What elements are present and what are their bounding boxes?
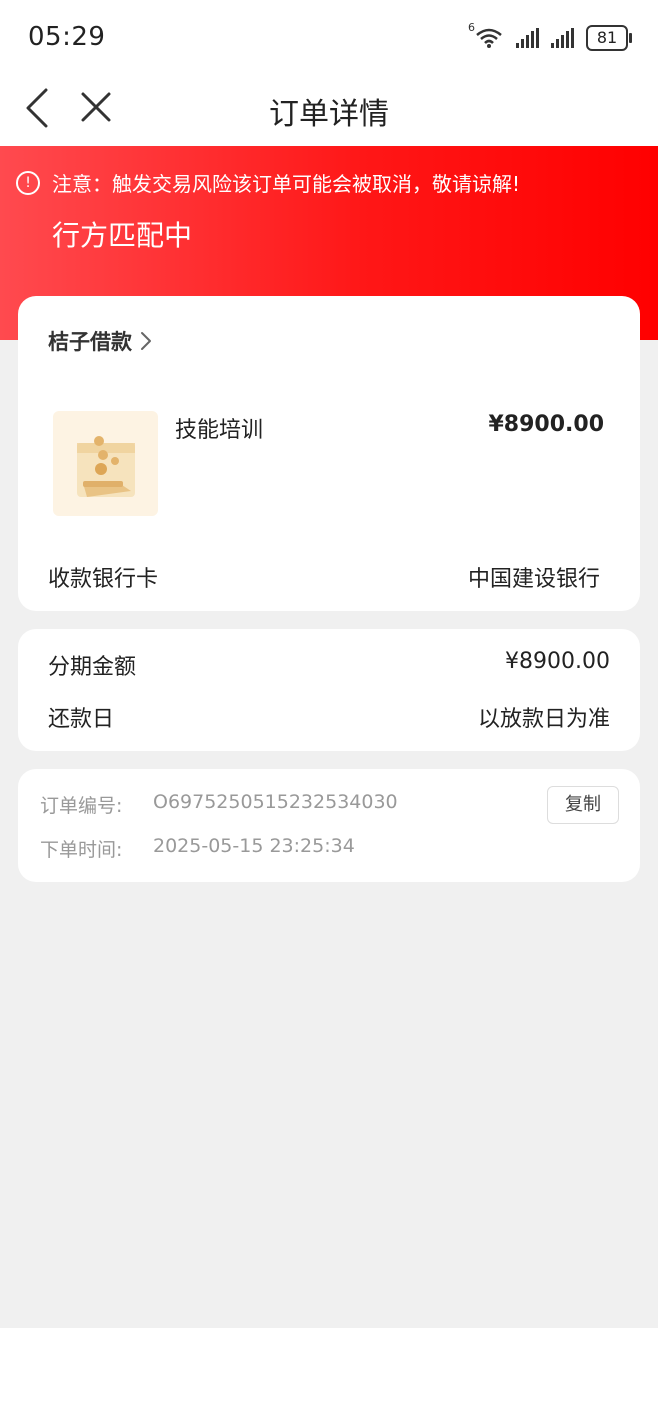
- product-image: [53, 411, 158, 516]
- order-info-card: 订单编号: O6975250515232534030 复制 下单时间: 2025…: [18, 769, 640, 882]
- installment-card: 分期金额 ¥8900.00 还款日 以放款日为准: [18, 629, 640, 751]
- order-number-label: 订单编号:: [40, 795, 123, 817]
- order-time-label: 下单时间:: [40, 839, 123, 861]
- merchant-name: 桔子借款: [48, 330, 132, 354]
- status-bar: 05:29 6 81: [0, 0, 658, 74]
- signal-icon-sim1: [516, 28, 539, 48]
- installment-amount-row: 分期金额 ¥8900.00: [48, 649, 610, 681]
- order-number-value: O6975250515232534030: [153, 791, 398, 813]
- page-title: 订单详情: [269, 97, 389, 132]
- bank-card-value: 中国建设银行: [467, 567, 600, 592]
- signal-icon-sim2: [551, 28, 574, 48]
- repayment-day-label: 还款日: [48, 707, 115, 732]
- chevron-right-icon: [141, 332, 151, 350]
- network-type-label: 6: [468, 21, 475, 34]
- battery-icon: 81: [586, 25, 632, 51]
- order-number-row: 订单编号: O6975250515232534030: [40, 791, 398, 818]
- risk-warning-text: 注意：触发交易风险该订单可能会被取消，敬请谅解!: [52, 172, 521, 196]
- battery-level: 81: [596, 28, 618, 47]
- merchant-link[interactable]: 桔子借款: [48, 326, 152, 356]
- wifi-icon: 6: [468, 21, 504, 49]
- installment-amount-label: 分期金额: [48, 655, 137, 680]
- product-price: ¥8900.00: [488, 412, 604, 437]
- nav-bar: 订单详情: [0, 74, 658, 146]
- order-time-row: 下单时间: 2025-05-15 23:25:34: [40, 835, 355, 862]
- product-name: 技能培训: [175, 418, 264, 443]
- risk-warning: ! 注意：触发交易风险该订单可能会被取消，敬请谅解!: [16, 168, 520, 197]
- bank-card-label: 收款银行卡: [48, 567, 159, 592]
- copy-button[interactable]: 复制: [547, 786, 619, 824]
- repayment-day-value: 以放款日为准: [477, 707, 610, 732]
- coin-box-icon: [77, 436, 135, 497]
- status-time: 05:29: [28, 22, 106, 52]
- status-icons: 6 81: [468, 21, 632, 52]
- bottom-safe-area: [0, 1328, 658, 1416]
- order-status-text: 行方匹配中: [52, 219, 193, 252]
- order-time-value: 2025-05-15 23:25:34: [153, 835, 355, 857]
- exclamation-circle-icon: !: [16, 170, 40, 195]
- repayment-day-row: 还款日 以放款日为准: [48, 701, 610, 733]
- installment-amount-value: ¥8900.00: [505, 649, 610, 674]
- merchant-card: 桔子借款 技能培训 ¥8900.00 收款银行卡 中国建设银行: [18, 296, 640, 611]
